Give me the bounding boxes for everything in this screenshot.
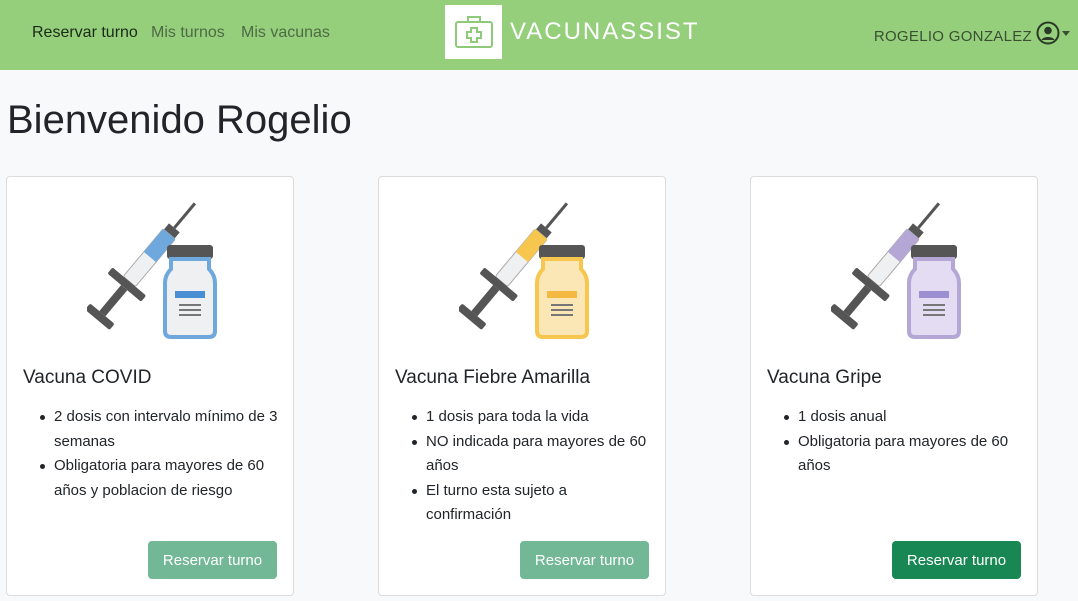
medical-kit-icon (454, 16, 493, 48)
page-title: Bienvenido Rogelio (7, 98, 352, 142)
list-item: NO indicada para mayores de 60 años (411, 430, 653, 479)
reservar-turno-button[interactable]: Reservar turno (148, 541, 277, 579)
list-item: 2 dosis con intervalo mínimo de 3 semana… (39, 405, 281, 454)
list-item: 1 dosis para toda la vida (411, 405, 653, 430)
brand-name: VACUNASSIST (510, 18, 700, 45)
card-details-list: 1 dosis para toda la vida NO indicada pa… (411, 405, 653, 528)
logo-box (445, 5, 502, 59)
list-item: El turno esta sujeto a confirmación (411, 479, 653, 528)
card-title: Vacuna COVID (23, 367, 152, 388)
card-title: Vacuna Fiebre Amarilla (395, 367, 591, 388)
list-item: Obligatoria para mayores de 60 años (783, 430, 1025, 479)
list-item: 1 dosis anual (783, 405, 1025, 430)
nav-mis-turnos[interactable]: Mis turnos (151, 24, 225, 42)
vaccine-card-fiebre-amarilla: Vacuna Fiebre Amarilla 1 dosis para toda… (378, 176, 666, 596)
user-circle-icon (1036, 21, 1060, 45)
card-title: Vacuna Gripe (767, 367, 882, 388)
reservar-turno-button[interactable]: Reservar turno (520, 541, 649, 579)
user-menu[interactable]: ROGELIO GONZALEZ (874, 21, 1070, 45)
vaccine-syringe-icon (459, 202, 589, 339)
card-details-list: 2 dosis con intervalo mínimo de 3 semana… (39, 405, 281, 503)
caret-down-icon (1062, 30, 1070, 36)
vaccine-card-covid: Vacuna COVID 2 dosis con intervalo mínim… (6, 176, 294, 596)
list-item: Obligatoria para mayores de 60 años y po… (39, 454, 281, 503)
brand-logo[interactable]: VACUNASSIST (445, 5, 700, 59)
reservar-turno-button[interactable]: Reservar turno (892, 541, 1021, 579)
nav-reservar-turno[interactable]: Reservar turno (32, 24, 138, 42)
navbar: Reservar turno Mis turnos Mis vacunas VA… (0, 0, 1078, 70)
nav-mis-vacunas[interactable]: Mis vacunas (241, 24, 330, 42)
vaccine-syringe-icon (831, 202, 961, 339)
user-name: ROGELIO GONZALEZ (873, 27, 1032, 45)
card-details-list: 1 dosis anual Obligatoria para mayores d… (783, 405, 1025, 479)
vaccine-card-gripe: Vacuna Gripe 1 dosis anual Obligatoria p… (750, 176, 1038, 596)
vaccine-syringe-icon (87, 202, 217, 339)
